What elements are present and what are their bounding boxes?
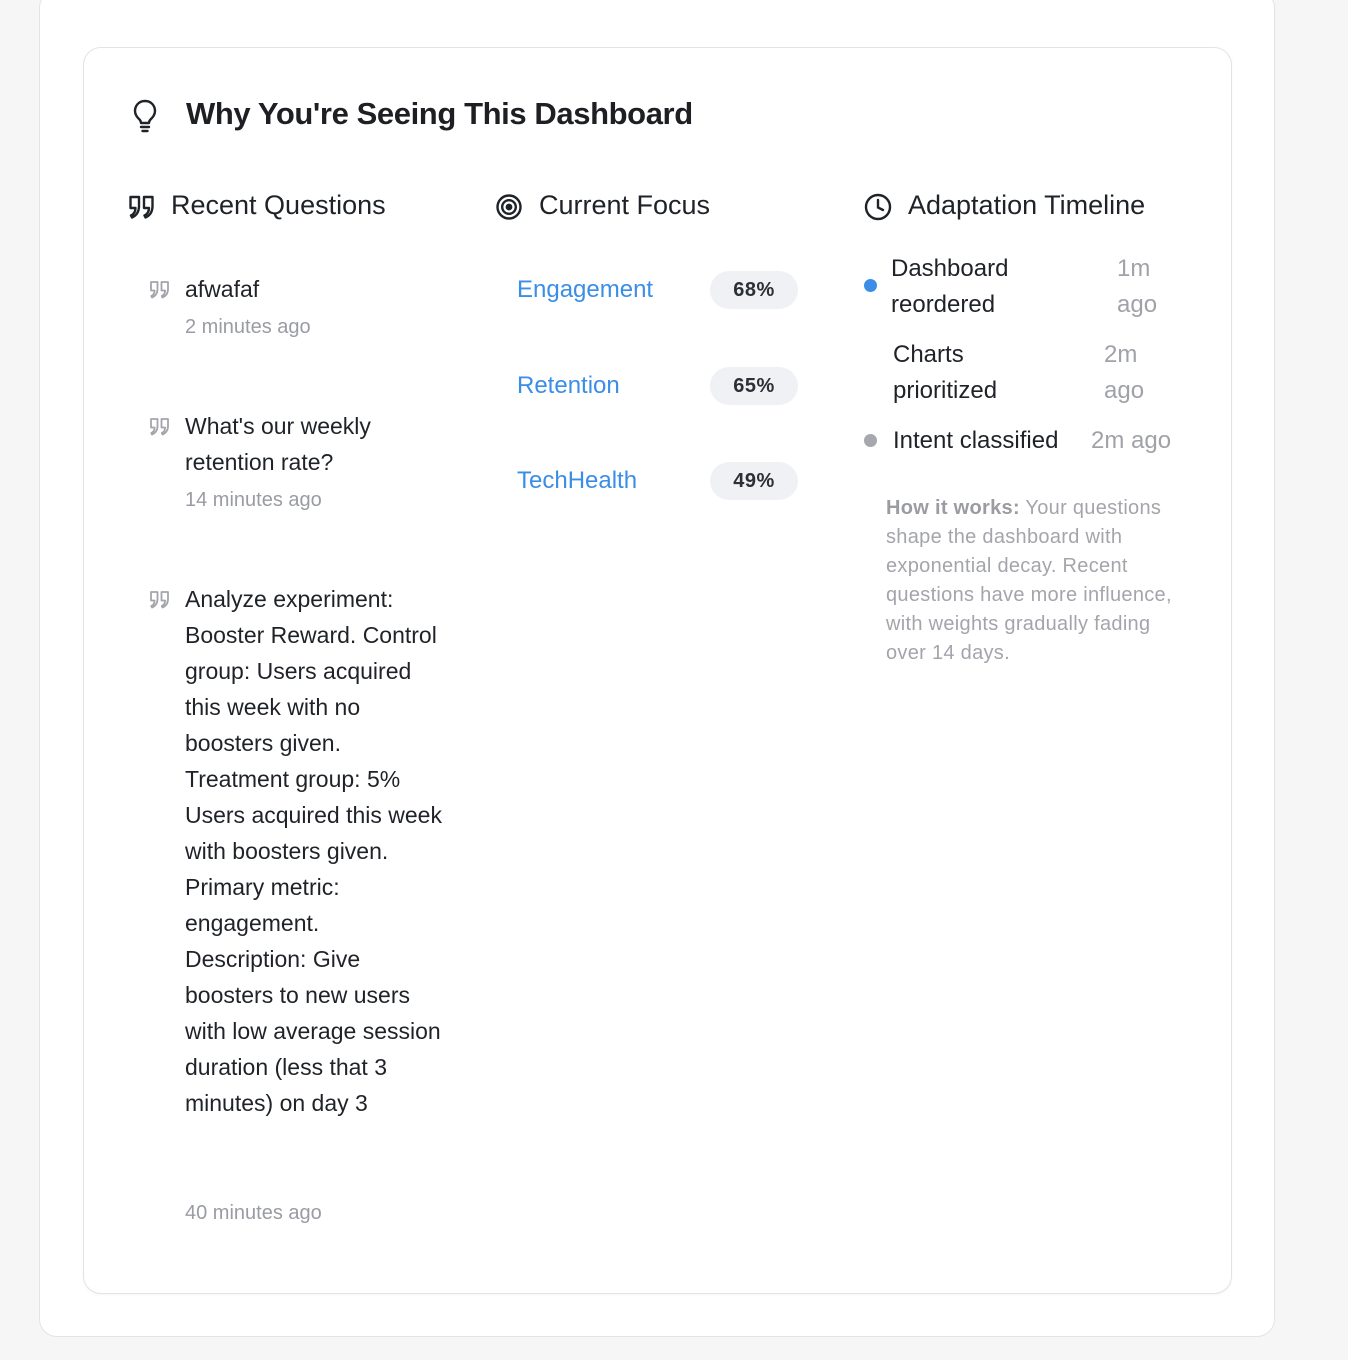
question-time: 40 minutes ago	[185, 1202, 322, 1224]
current-focus-title: Current Focus	[539, 190, 711, 220]
lightbulb-icon	[133, 99, 157, 133]
question-text: What's our weekly retention rate?	[185, 413, 371, 475]
timeline-dot-active	[864, 279, 877, 292]
timeline-event-label: Charts prioritized	[893, 341, 998, 404]
adaptation-timeline-title: Adaptation Timeline	[908, 190, 1146, 220]
question-quote-icon	[150, 418, 169, 436]
question-quote-icon	[150, 591, 169, 609]
question-time: 2 minutes ago	[185, 316, 311, 338]
timeline-event-label: Dashboard reordered	[891, 255, 1009, 318]
how-it-works-label: How it works:	[886, 497, 1020, 519]
how-it-works-note: How it works: Your questions shape the d…	[886, 494, 1176, 668]
quote-icon	[129, 195, 154, 219]
recent-questions-title: Recent Questions	[171, 190, 386, 220]
timeline-event-label: Intent classified	[893, 427, 1059, 454]
timeline-event-time: 2m ago	[1104, 341, 1145, 404]
timeline-dot	[864, 434, 877, 447]
target-icon	[496, 194, 522, 220]
question-text: Analyze experiment: Booster Reward. Cont…	[185, 586, 442, 1116]
timeline-event-time: 2m ago	[1091, 427, 1172, 454]
question-quote-icon	[150, 281, 169, 299]
clock-icon	[864, 193, 892, 221]
focus-percent-badge: 65%	[710, 367, 798, 405]
how-it-works-text: Your questions shape the dashboard with …	[886, 497, 1172, 664]
focus-item-engagement[interactable]: Engagement	[517, 276, 653, 304]
question-time: 14 minutes ago	[185, 489, 322, 511]
focus-item-techhealth[interactable]: TechHealth	[517, 467, 637, 495]
focus-percent-badge: 49%	[710, 462, 798, 500]
timeline-event-time: 1m ago	[1117, 255, 1158, 318]
focus-percent-badge: 68%	[710, 271, 798, 309]
question-text: afwafaf	[185, 276, 260, 302]
panel-title: Why You're Seeing This Dashboard	[186, 96, 693, 131]
focus-item-retention[interactable]: Retention	[517, 372, 620, 400]
